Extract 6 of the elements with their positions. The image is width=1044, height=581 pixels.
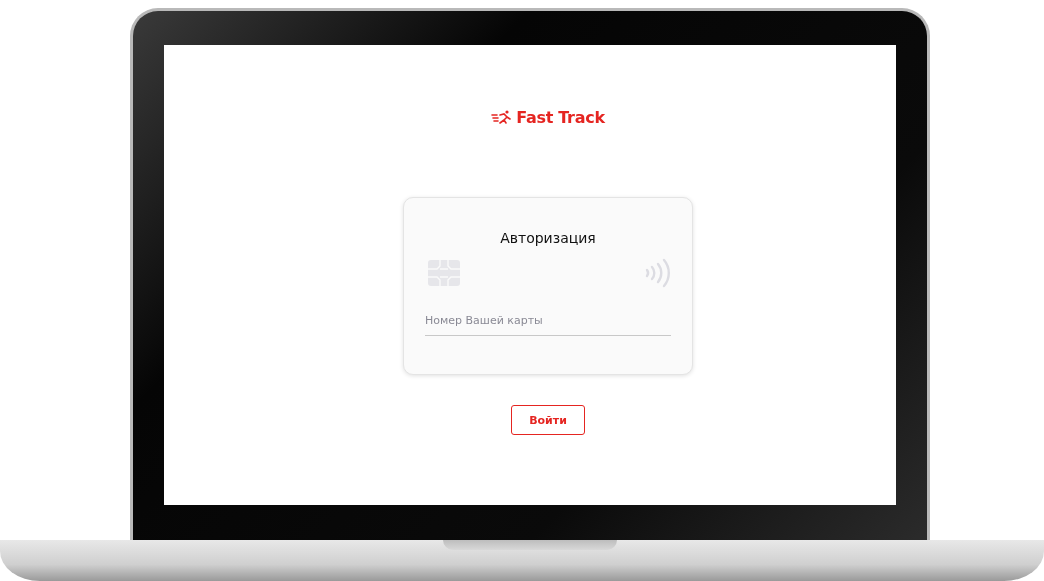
card-number-field[interactable]: Номер Вашей карты [425, 310, 671, 336]
runner-icon [491, 110, 514, 124]
logo-text: Fast Track [516, 107, 605, 127]
card-title: Авторизация [499, 230, 597, 246]
contactless-icon [645, 258, 671, 288]
login-button[interactable]: Войти [511, 405, 585, 435]
